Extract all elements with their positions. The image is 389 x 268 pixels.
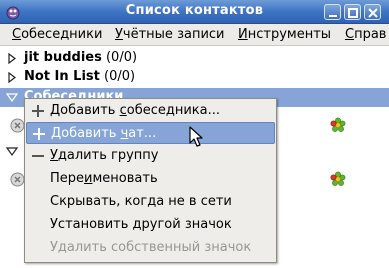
- icq-flower-icon: [330, 171, 346, 186]
- expander-collapsed-icon[interactable]: [7, 53, 17, 64]
- menu-mnemonic: С: [12, 27, 22, 42]
- menu-item-rename[interactable]: Переименовать: [26, 168, 275, 190]
- menu-accounts[interactable]: Учётные записи: [115, 27, 225, 42]
- icq-flower-icon: [330, 117, 346, 132]
- menu-label: чётные записи: [122, 27, 225, 42]
- menu-item-label: Скрывать, когда не в сети: [50, 194, 232, 209]
- menu-tools[interactable]: Инструменты: [238, 27, 331, 42]
- expander-expanded-icon[interactable]: [6, 93, 18, 103]
- menu-label: нструменты: [247, 27, 332, 42]
- menu-item-delete-group[interactable]: Удалить группу: [26, 145, 275, 167]
- plus-icon: [33, 128, 45, 140]
- group-context-menu: Добавить собеседника... Добавить чат... …: [24, 98, 277, 263]
- menu-mnemonic: У: [115, 27, 123, 42]
- menu-item-label: Удалить собственный значок: [50, 240, 252, 255]
- offline-status-icon: [10, 118, 25, 133]
- menu-item-label: Переименовать: [50, 171, 158, 186]
- menu-item-label: Добавить чат...: [51, 126, 157, 141]
- menu-item-add-chat[interactable]: Добавить чат...: [26, 122, 275, 144]
- group-label: Not In List (0/0): [24, 69, 136, 84]
- menu-item-set-icon[interactable]: Установить другой значок: [26, 214, 275, 236]
- menu-buddies[interactable]: Собеседники: [12, 27, 102, 42]
- close-button[interactable]: [364, 4, 381, 20]
- menu-bar: Собеседники Учётные записи Инструменты С…: [0, 24, 389, 46]
- title-bar: Список контактов: [0, 0, 389, 24]
- minus-icon: [32, 155, 44, 157]
- menu-mnemonic: С: [345, 27, 355, 42]
- menu-item-label: Установить другой значок: [50, 217, 232, 232]
- close-icon: [368, 8, 378, 18]
- group-row-jit-buddies[interactable]: jit buddies (0/0): [0, 49, 389, 68]
- menu-label: обеседники: [21, 27, 103, 42]
- menu-help[interactable]: Справ: [345, 27, 386, 42]
- group-label: jit buddies (0/0): [24, 50, 138, 65]
- expander-collapsed-icon[interactable]: [7, 72, 17, 83]
- minimize-icon: [329, 15, 337, 17]
- plus-icon: [32, 105, 44, 117]
- menu-mnemonic: И: [238, 27, 248, 42]
- menu-item-hide-offline[interactable]: Скрывать, когда не в сети: [26, 191, 275, 213]
- menu-label: прав: [354, 27, 387, 42]
- menu-item-add-buddy[interactable]: Добавить собеседника...: [26, 100, 275, 122]
- menu-item-label: Удалить группу: [50, 148, 159, 163]
- offline-status-icon: [10, 172, 25, 187]
- menu-item-label: Добавить собеседника...: [50, 103, 221, 118]
- maximize-button[interactable]: [344, 4, 361, 20]
- group-row-not-in-list[interactable]: Not In List (0/0): [0, 68, 389, 87]
- mouse-pointer-icon: [189, 126, 203, 147]
- maximize-icon: [348, 8, 358, 18]
- expander-expanded-icon[interactable]: [6, 147, 18, 157]
- menu-item-remove-icon: Удалить собственный значок: [26, 237, 275, 259]
- minimize-button[interactable]: [324, 4, 341, 20]
